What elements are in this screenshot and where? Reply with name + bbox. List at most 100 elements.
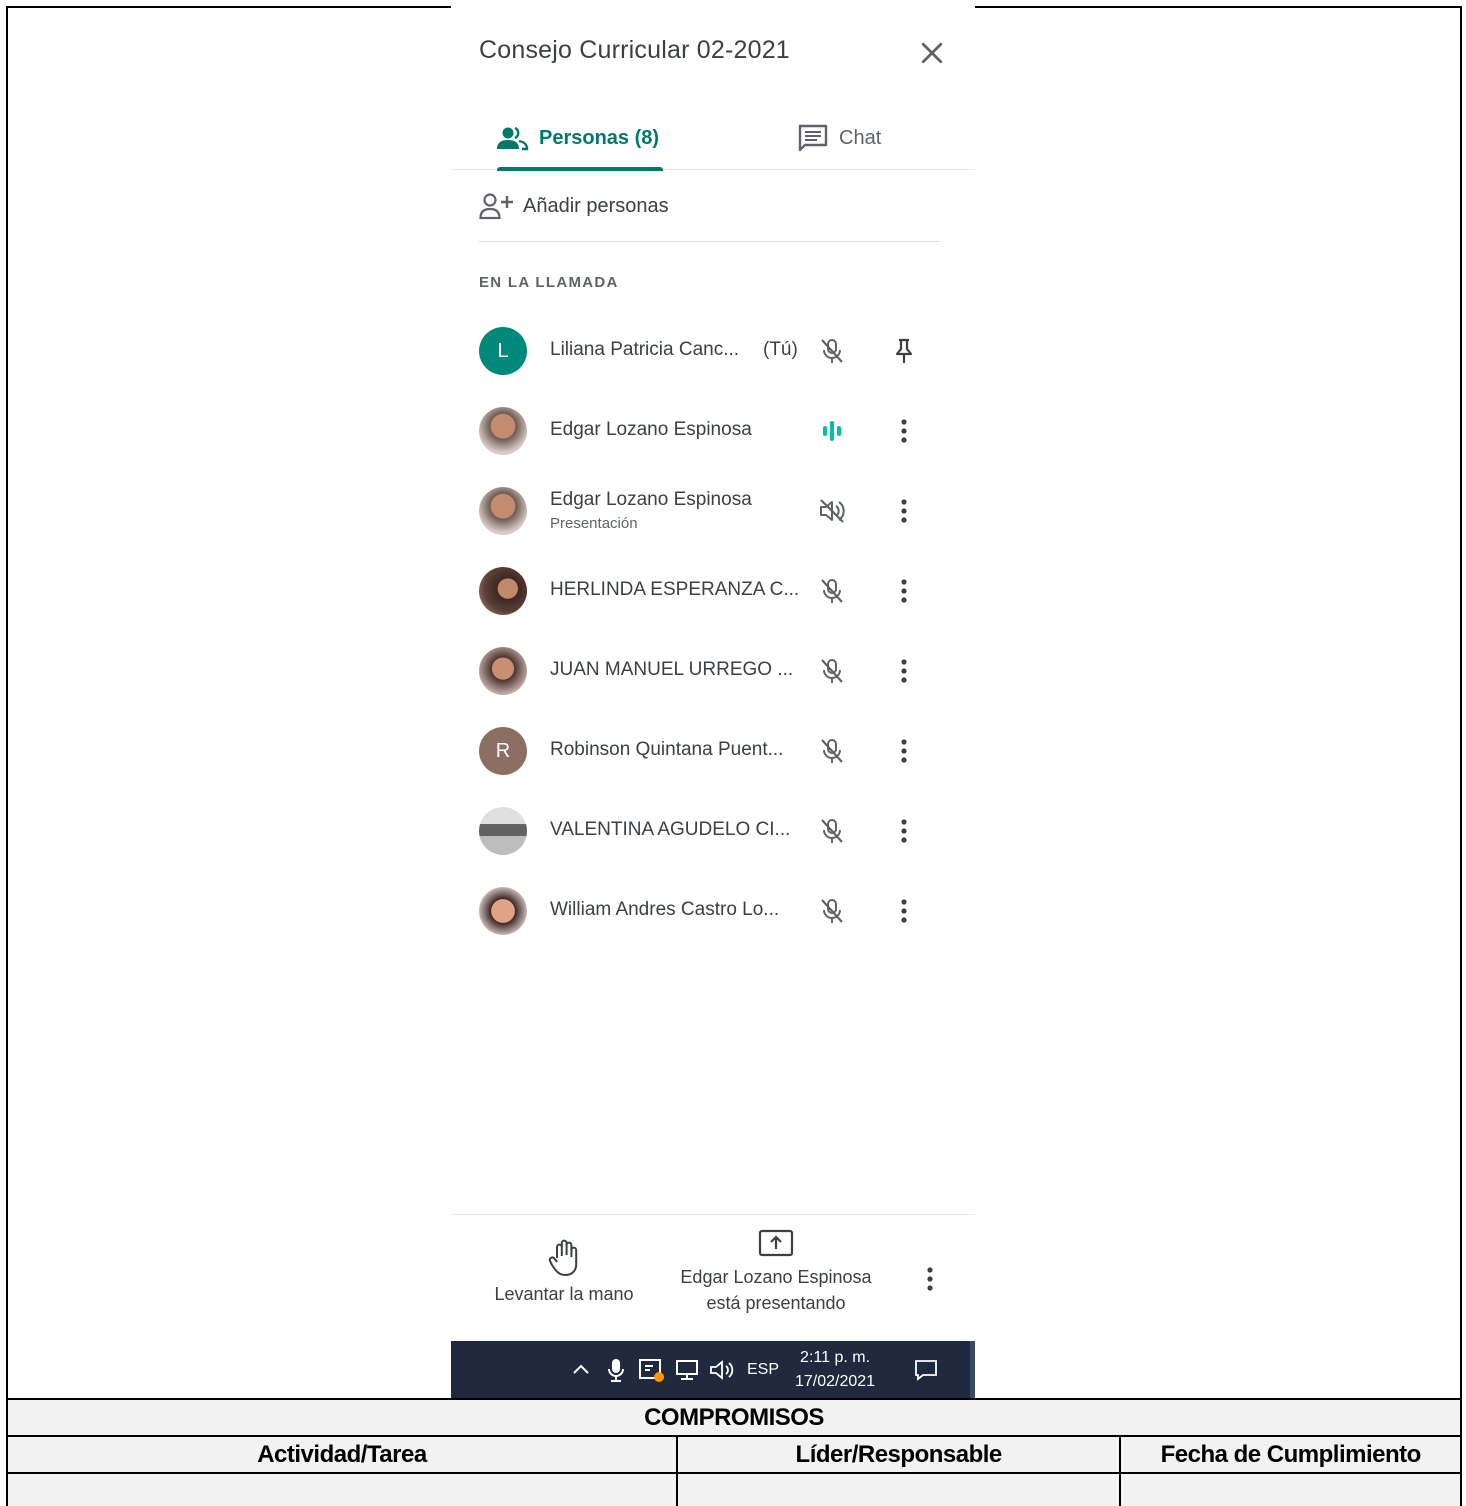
show-hidden-icons-button[interactable] (567, 1341, 595, 1398)
clock-date: 17/02/2021 (795, 1372, 876, 1390)
more-vert-icon (901, 899, 907, 923)
windows-taskbar: ESP 2:11 p. m. 17/02/2021 (451, 1341, 975, 1398)
more-options-button[interactable] (889, 416, 919, 446)
in-call-section-label: EN LA LLAMADA (479, 274, 619, 291)
divider (479, 241, 940, 242)
commitments-title: COMPROMISOS (6, 1398, 1462, 1437)
participant-you-tag: (Tú) (763, 339, 798, 360)
participant-row: VALENTINA AGUDELO CI... (479, 801, 949, 861)
more-vert-icon (901, 419, 907, 443)
avatar: R (479, 727, 527, 775)
participant-row: R Robinson Quintana Puent... (479, 721, 949, 781)
chevron-up-icon (573, 1364, 589, 1374)
speaker-icon (710, 1359, 734, 1380)
mic-off-icon (821, 659, 843, 683)
meet-side-panel: Consejo Curricular 02-2021 Personas (8) … (451, 6, 975, 1398)
more-options-button[interactable] (915, 1264, 945, 1294)
raise-hand-label: Levantar la mano (494, 1284, 634, 1304)
more-options-button[interactable] (889, 576, 919, 606)
more-options-button[interactable] (889, 496, 919, 526)
microphone-tray-button[interactable] (603, 1341, 629, 1398)
add-people-label: Añadir personas (523, 194, 669, 217)
avatar: L (479, 327, 527, 375)
avatar (479, 807, 527, 855)
divider (451, 1214, 975, 1215)
avatar (479, 647, 527, 695)
network-icon (676, 1359, 698, 1380)
mic-off-icon (821, 899, 843, 923)
avatar (479, 567, 527, 615)
pin-icon (895, 338, 913, 363)
close-button[interactable] (917, 38, 947, 68)
presenter-name: Edgar Lozano Espinosa (680, 1267, 872, 1287)
raise-hand-button[interactable]: Levantar la mano (479, 1238, 649, 1305)
people-icon (497, 126, 529, 151)
tab-chat[interactable]: Chat (797, 106, 881, 170)
pin-button[interactable] (889, 336, 919, 366)
more-options-button[interactable] (889, 896, 919, 926)
column-header: Líder/Responsable (675, 1435, 1122, 1474)
participant-row: HERLINDA ESPERANZA C... (479, 561, 949, 621)
avatar (479, 887, 527, 935)
participant-name: Edgar Lozano Espinosa (550, 419, 752, 440)
taskbar-clock[interactable]: 2:11 p. m. 17/02/2021 (795, 1341, 875, 1398)
participant-row: William Andres Castro Lo... (479, 881, 949, 941)
participant-name: Robinson Quintana Puent... (550, 739, 784, 760)
participant-name: HERLINDA ESPERANZA C... (550, 579, 800, 600)
panel-tabs: Personas (8) Chat (451, 106, 975, 171)
participant-name: Edgar Lozano Espinosa (550, 489, 752, 510)
avatar (479, 487, 527, 535)
more-options-button[interactable] (889, 656, 919, 686)
input-language-indicator[interactable]: ESP (747, 1341, 779, 1398)
table-row (6, 1472, 1462, 1506)
volume-off-icon (820, 499, 845, 523)
participant-name: JUAN MANUEL URREGO ... (550, 659, 794, 680)
hand-icon (548, 1239, 578, 1276)
more-vert-icon (901, 739, 907, 763)
table-cell[interactable] (675, 1472, 1122, 1506)
more-vert-icon (901, 579, 907, 603)
participant-row: JUAN MANUEL URREGO ... (479, 641, 949, 701)
mic-off-icon (821, 819, 843, 843)
presenting-label: está presentando (706, 1293, 846, 1313)
participant-name: Liliana Patricia Canc... (550, 339, 740, 360)
table-cell[interactable] (1119, 1472, 1462, 1506)
clock-time: 2:11 p. m. (800, 1348, 871, 1366)
column-header: Actividad/Tarea (6, 1435, 678, 1474)
tab-people-label: Personas (8) (539, 126, 660, 149)
participant-row: Edgar Lozano Espinosa (479, 401, 949, 461)
meeting-title: Consejo Curricular 02-2021 (479, 36, 790, 64)
table-cell[interactable] (6, 1472, 678, 1506)
more-vert-icon (901, 659, 907, 683)
security-tray-button[interactable] (637, 1341, 667, 1398)
mic-off-icon (821, 579, 843, 603)
mic-off-icon (821, 339, 843, 363)
avatar (479, 407, 527, 455)
more-options-button[interactable] (889, 736, 919, 766)
security-alert-icon (639, 1358, 664, 1382)
notifications-button[interactable] (911, 1341, 941, 1398)
participant-name: VALENTINA AGUDELO CI... (550, 819, 791, 840)
add-people-button[interactable]: Añadir personas (479, 186, 669, 226)
presentation-status[interactable]: Edgar Lozano Espinosa está presentando (665, 1228, 887, 1316)
tab-chat-label: Chat (839, 126, 882, 149)
microphone-icon (608, 1358, 624, 1382)
table-header-row: Actividad/Tarea Líder/Responsable Fecha … (6, 1435, 1462, 1474)
table-title-row: COMPROMISOS (6, 1398, 1462, 1437)
participant-row: Edgar Lozano Espinosa Presentación (479, 481, 949, 541)
notification-icon (915, 1359, 937, 1381)
more-vert-icon (927, 1267, 933, 1291)
add-person-icon (479, 193, 513, 220)
more-options-button[interactable] (889, 816, 919, 846)
active-tab-indicator (497, 167, 664, 171)
network-tray-button[interactable] (673, 1341, 701, 1398)
present-screen-icon (758, 1229, 794, 1257)
speaking-indicator-icon (823, 421, 841, 441)
chat-icon (798, 124, 828, 152)
show-desktop-button[interactable] (970, 1341, 975, 1398)
close-icon (921, 42, 943, 64)
mic-off-icon (821, 739, 843, 763)
tab-people[interactable]: Personas (8) (495, 106, 664, 171)
commitments-table: COMPROMISOS Actividad/Tarea Líder/Respon… (6, 1398, 1462, 1506)
volume-tray-button[interactable] (707, 1341, 737, 1398)
